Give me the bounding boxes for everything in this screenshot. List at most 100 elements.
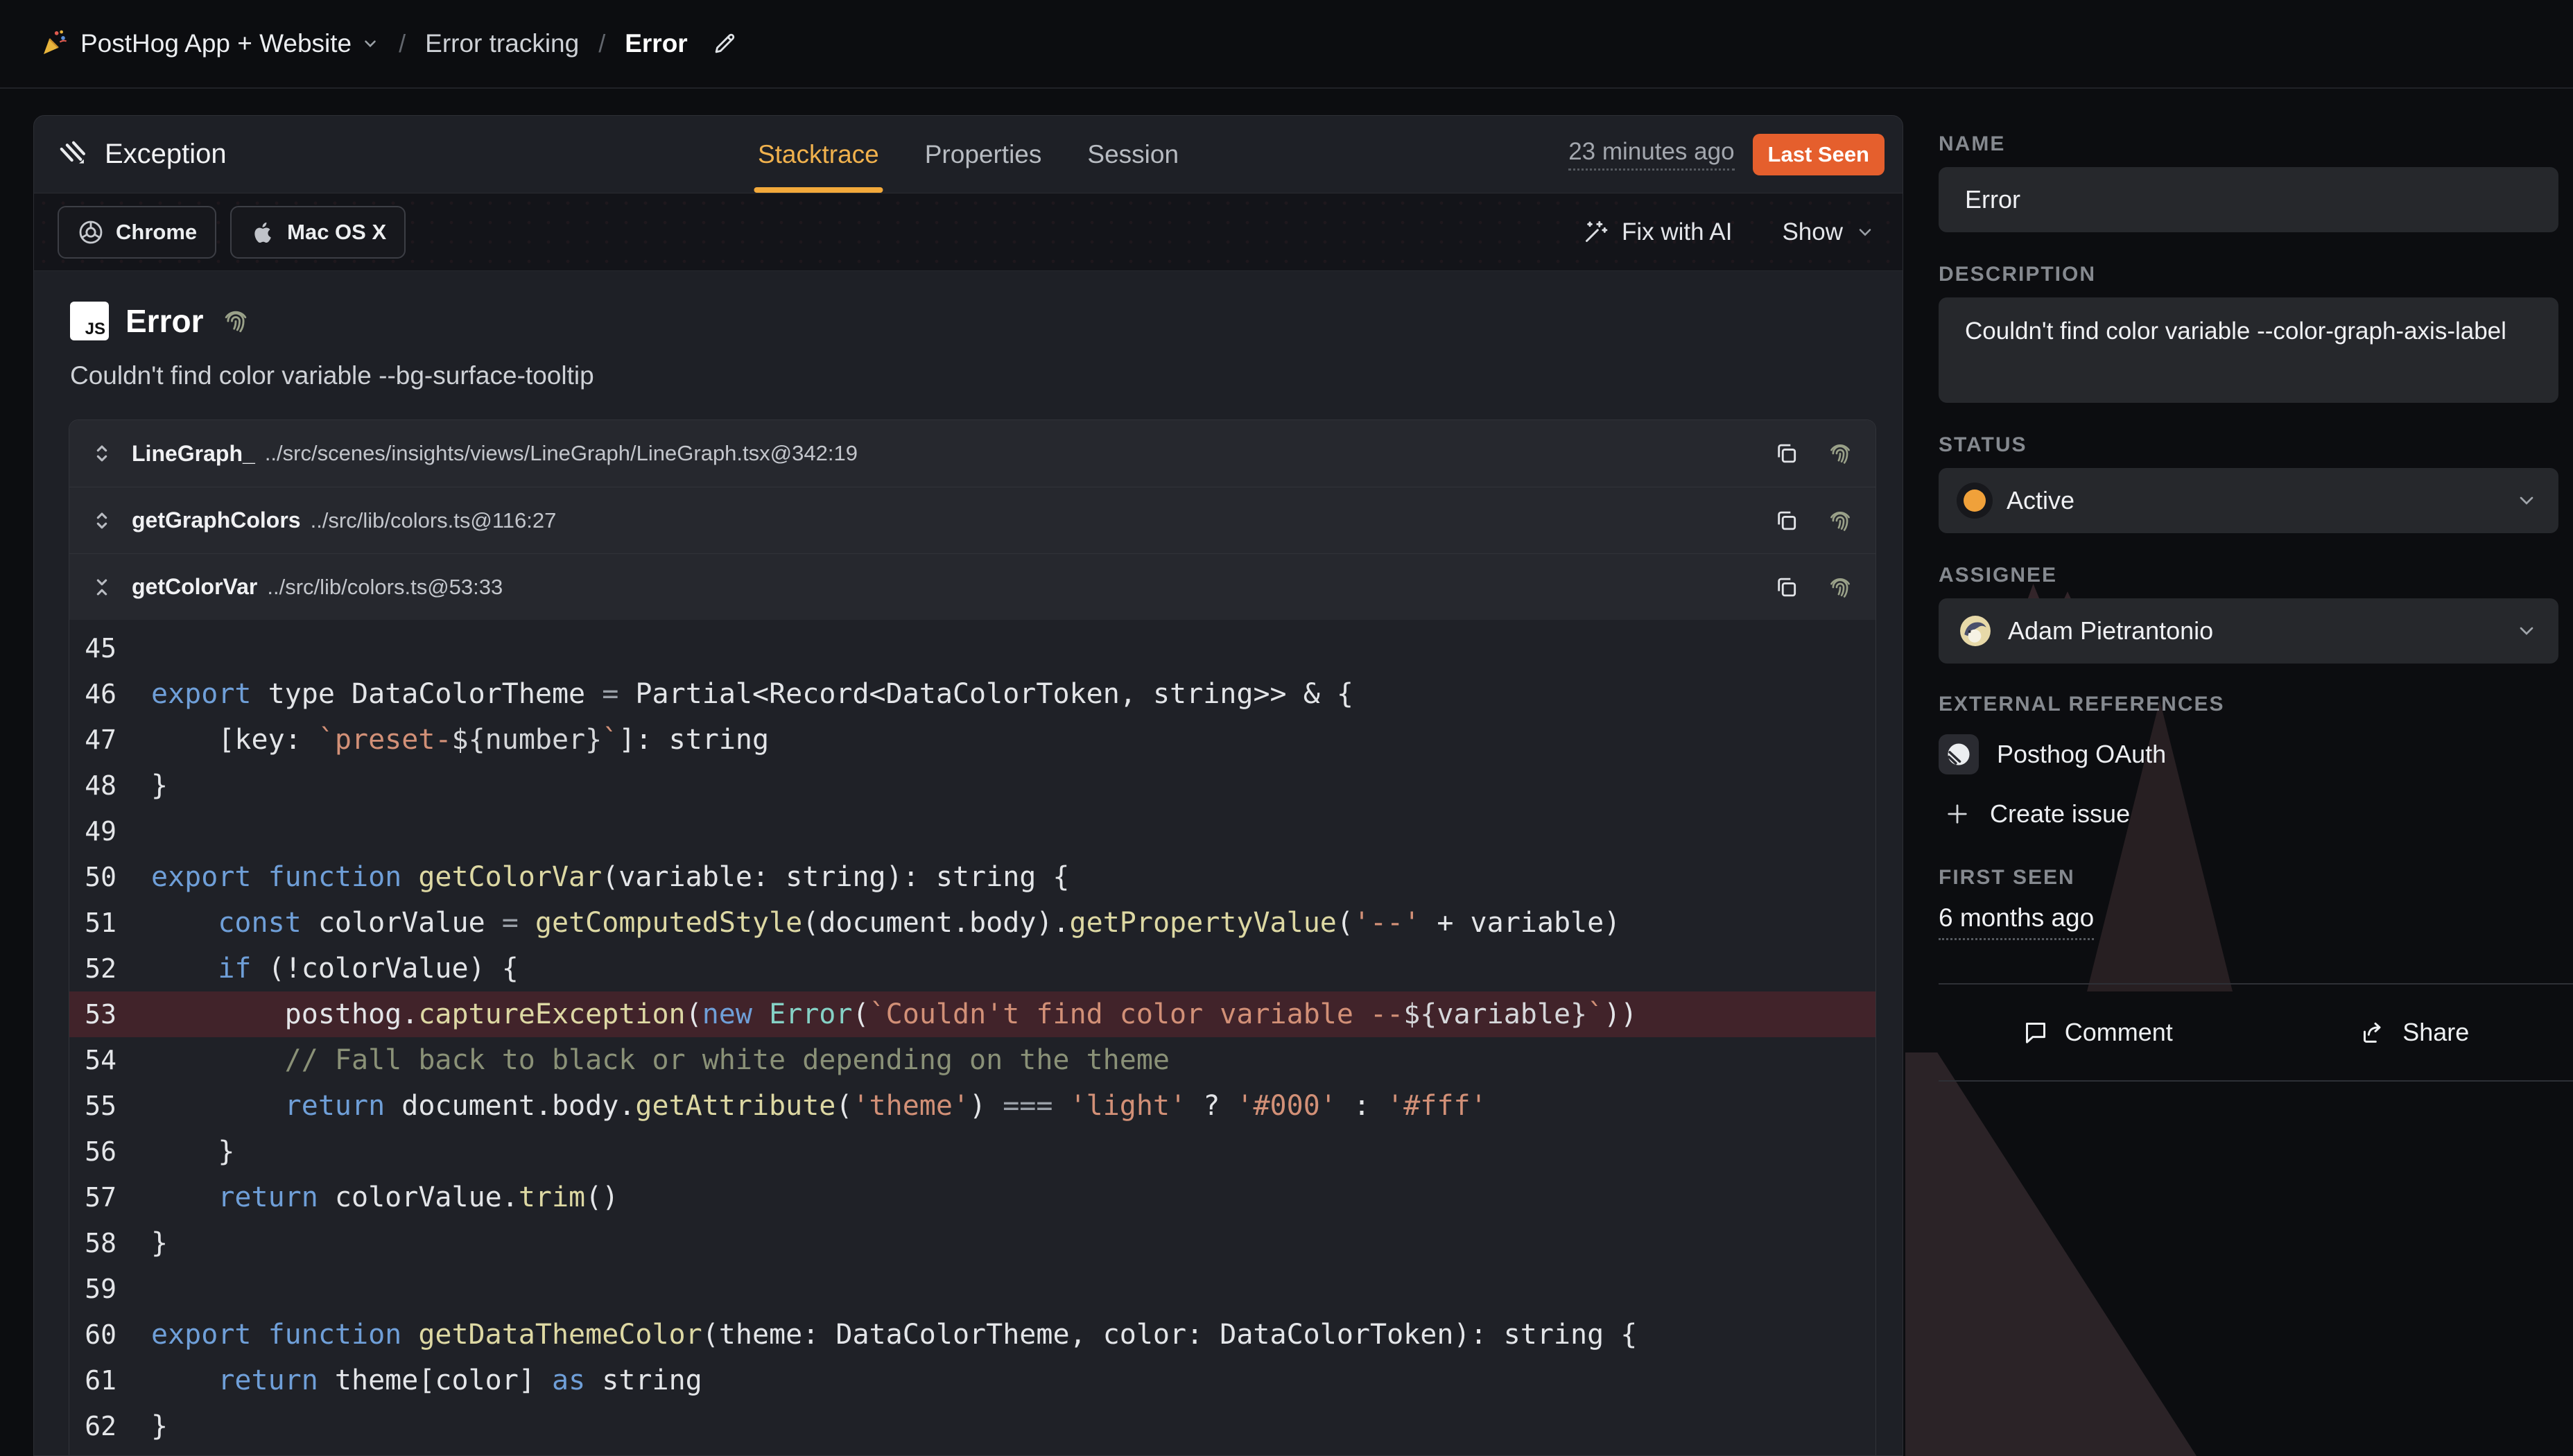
- fingerprint-icon[interactable]: [1826, 439, 1855, 468]
- external-references-list: Posthog OAuth: [1939, 731, 2573, 777]
- background-art-wedge: [1905, 1052, 2197, 1456]
- fix-with-ai-button[interactable]: Fix with AI: [1582, 218, 1732, 246]
- line-number: 51: [69, 908, 151, 938]
- breadcrumb-project[interactable]: PostHog App + Website: [80, 29, 379, 58]
- code-viewer: 4546export type DataColorTheme = Partial…: [69, 620, 1875, 1456]
- code-line: 48}: [69, 763, 1875, 808]
- context-badges: ChromeMac OS X: [58, 206, 406, 259]
- line-number: 60: [69, 1319, 151, 1350]
- edit-title-button[interactable]: [711, 31, 738, 57]
- exception-title: Exception: [58, 139, 227, 171]
- external-reference-item[interactable]: Posthog OAuth: [1939, 731, 2573, 777]
- badge-chrome: Chrome: [58, 206, 216, 259]
- stack-frames: LineGraph_ ../src/scenes/insights/views/L…: [69, 419, 1876, 1456]
- code-text: }: [151, 1410, 168, 1442]
- stack-frame[interactable]: LineGraph_ ../src/scenes/insights/views/L…: [69, 420, 1875, 487]
- code-line: 55 return document.body.getAttribute('th…: [69, 1083, 1875, 1129]
- chevron-down-icon: [361, 35, 379, 53]
- create-issue-button[interactable]: Create issue: [1939, 791, 2573, 837]
- copy-icon[interactable]: [1773, 440, 1799, 467]
- frame-actions: [1773, 506, 1855, 535]
- code-line: 60export function getDataThemeColor(them…: [69, 1312, 1875, 1358]
- tab-properties[interactable]: Properties: [925, 116, 1042, 193]
- code-line: 50export function getColorVar(variable: …: [69, 854, 1875, 900]
- line-number: 61: [69, 1365, 151, 1396]
- show-dropdown[interactable]: Show: [1782, 218, 1875, 246]
- breadcrumb: PostHog App + Website / Error tracking /…: [0, 0, 2573, 89]
- share-button[interactable]: Share: [2256, 1018, 2573, 1047]
- status-select[interactable]: Active: [1939, 468, 2558, 533]
- javascript-icon-label: JS: [85, 320, 105, 339]
- exception-title-label: Exception: [105, 139, 227, 170]
- frame-function: LineGraph_: [132, 441, 255, 467]
- line-number: 53: [69, 999, 151, 1030]
- share-label: Share: [2402, 1018, 2469, 1047]
- line-number: 57: [69, 1182, 151, 1213]
- stacktrace-content: JS Error Couldn't find color variable --…: [34, 271, 1903, 1456]
- last-seen-badge: Last Seen: [1753, 134, 1885, 175]
- first-seen-value[interactable]: 6 months ago: [1939, 903, 2094, 940]
- line-number: 48: [69, 770, 151, 801]
- apple-icon: [250, 219, 276, 245]
- copy-icon[interactable]: [1773, 574, 1799, 600]
- frame-actions: [1773, 439, 1855, 468]
- error-type: Error: [125, 302, 203, 340]
- issue-sidebar: NAME Error DESCRIPTION Couldn't find col…: [1939, 114, 2573, 1082]
- stack-frame[interactable]: getGraphColors../src/lib/colors.ts@116:2…: [69, 487, 1875, 553]
- line-number: 62: [69, 1411, 151, 1441]
- status-label: STATUS: [1939, 433, 2573, 457]
- code-line: 58}: [69, 1220, 1875, 1266]
- code-line: 54 // Fall back to black or white depend…: [69, 1037, 1875, 1083]
- breadcrumb-section[interactable]: Error tracking: [425, 29, 579, 58]
- assignee-avatar: [1959, 615, 1991, 647]
- code-text: export type DataColorTheme = Partial<Rec…: [151, 678, 1353, 710]
- code-line: 56 }: [69, 1129, 1875, 1175]
- header-right: 23 minutes ago Last Seen: [1568, 134, 1885, 175]
- code-text: }: [151, 1136, 234, 1168]
- share-icon: [2359, 1019, 2387, 1046]
- last-seen-time[interactable]: 23 minutes ago: [1568, 138, 1734, 171]
- frame-location: ../src/lib/colors.ts@116:27: [311, 508, 557, 533]
- chrome-icon: [77, 218, 105, 246]
- collapse-icon[interactable]: [90, 575, 114, 599]
- exception-panel: Exception Stacktrace Properties Session 23…: [33, 115, 1903, 1456]
- description-label: DESCRIPTION: [1939, 263, 2573, 286]
- assignee-select[interactable]: Adam Pietrantonio: [1939, 598, 2558, 664]
- code-text: // Fall back to black or white depending…: [151, 1044, 1170, 1076]
- exception-header: Exception Stacktrace Properties Session 23…: [34, 116, 1903, 193]
- fix-with-ai-label: Fix with AI: [1622, 218, 1732, 246]
- comment-button[interactable]: Comment: [1939, 1018, 2256, 1047]
- frame-location: ../src/scenes/insights/views/LineGraph/L…: [265, 441, 858, 466]
- copy-icon[interactable]: [1773, 508, 1799, 534]
- stack-frame[interactable]: getColorVar../src/lib/colors.ts@53:33: [69, 553, 1875, 620]
- expand-icon[interactable]: [90, 442, 114, 465]
- name-input[interactable]: Error: [1939, 167, 2558, 232]
- expand-icon[interactable]: [90, 509, 114, 532]
- code-line: 45: [69, 625, 1875, 671]
- strip-actions: Fix with AI Show: [1582, 218, 1875, 246]
- code-line: 47 [key: `preset-${number}`]: string: [69, 717, 1875, 763]
- line-number: 49: [69, 816, 151, 847]
- tab-session[interactable]: Session: [1087, 116, 1179, 193]
- description-input[interactable]: Couldn't find color variable --color-gra…: [1939, 297, 2558, 403]
- code-text: export function getColorVar(variable: st…: [151, 861, 1070, 893]
- code-line: 59: [69, 1266, 1875, 1312]
- fingerprint-icon[interactable]: [1826, 506, 1855, 535]
- chevron-down-icon: [1855, 223, 1875, 242]
- frame-location: ../src/lib/colors.ts@53:33: [267, 575, 503, 600]
- line-number: 59: [69, 1274, 151, 1304]
- comment-label: Comment: [2065, 1018, 2173, 1047]
- code-line: 63: [69, 1449, 1875, 1456]
- name-label: NAME: [1939, 132, 2573, 156]
- tab-stacktrace[interactable]: Stacktrace: [758, 116, 879, 193]
- assignee-label: ASSIGNEE: [1939, 564, 2573, 587]
- external-references-label: EXTERNAL REFERENCES: [1939, 693, 2573, 716]
- line-number: 50: [69, 862, 151, 892]
- posthog-oauth-icon: [1939, 734, 1979, 774]
- fingerprint-icon[interactable]: [1826, 573, 1855, 602]
- code-line: 57 return colorValue.trim(): [69, 1175, 1875, 1220]
- fingerprint-icon[interactable]: [220, 305, 252, 337]
- sidebar-footer: Comment Share: [1939, 983, 2573, 1082]
- line-number: 47: [69, 725, 151, 755]
- javascript-icon: JS: [70, 302, 109, 340]
